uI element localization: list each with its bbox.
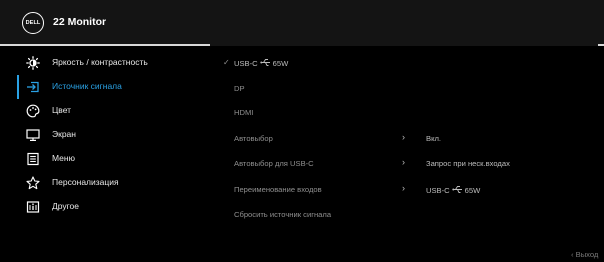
menu-list-icon — [27, 152, 39, 166]
logo-text: DELL — [25, 20, 41, 26]
usb-power-icon — [259, 59, 270, 66]
sidebar-item-label: Меню — [52, 153, 75, 163]
sidebar-item-label: Экран — [52, 129, 76, 139]
dell-logo: DELL — [22, 12, 44, 34]
option-rename-inputs[interactable]: Переименование входов — [234, 185, 322, 194]
tab-underline — [0, 44, 210, 46]
sidebar-item-label: Цвет — [52, 105, 72, 115]
sidebar-item-others[interactable]: Другое — [0, 195, 210, 219]
info-icon — [26, 201, 40, 213]
sidebar-item-label: Яркость / контрастность — [52, 57, 148, 67]
header-bar: DELL 22 Monitor — [0, 0, 604, 46]
sidebar-item-color[interactable]: Цвет — [0, 99, 210, 123]
option-hdmi[interactable]: HDMI — [234, 108, 253, 117]
sidebar-item-input-source[interactable]: Источник сигнала — [0, 75, 210, 99]
rename-value-suffix: 65W — [464, 186, 481, 195]
option-usb-c-65w[interactable]: USB-C 65W — [234, 58, 288, 68]
input-source-icon — [27, 81, 39, 93]
option-dp[interactable]: DP — [234, 84, 245, 93]
display-monitor-icon — [26, 129, 40, 141]
sidebar-item-label: Персонализация — [52, 177, 119, 187]
option-auto-select-usbc[interactable]: Автовыбор для USB-C — [234, 159, 314, 168]
sidebar-item-personalize[interactable]: Персонализация — [0, 171, 210, 195]
selected-check-icon: ✓ — [223, 58, 230, 67]
sidebar-item-label: Источник сигнала — [52, 81, 122, 91]
auto-select-value: Вкл. — [426, 134, 442, 143]
header-corner-mark — [598, 44, 604, 46]
sidebar-item-brightness-contrast[interactable]: Яркость / контрастность — [0, 51, 210, 75]
rename-value-prefix: USB-C — [426, 186, 450, 195]
monitor-title: 22 Monitor — [53, 16, 107, 28]
option-auto-select[interactable]: Автовыбор — [234, 134, 273, 143]
usb-power-icon — [451, 186, 462, 193]
exit-button[interactable]: ‹ Выход — [571, 250, 598, 259]
brightness-icon — [26, 56, 40, 70]
sidebar-item-display[interactable]: Экран — [0, 123, 210, 147]
chevron-right-icon: › — [402, 183, 405, 193]
exit-label: Выход — [575, 250, 599, 259]
option-usbc-prefix: USB-C — [234, 59, 258, 68]
rename-inputs-value: USB-C 65W — [426, 185, 480, 195]
star-icon — [26, 176, 40, 190]
option-usbc-suffix: 65W — [272, 59, 289, 68]
auto-select-usbc-value: Запрос при неск.входах — [426, 159, 510, 168]
option-reset-input-source[interactable]: Сбросить источник сигнала — [234, 210, 331, 219]
chevron-right-icon: › — [402, 132, 405, 142]
color-palette-icon — [26, 104, 40, 118]
sidebar-item-menu[interactable]: Меню — [0, 147, 210, 171]
chevron-right-icon: › — [402, 157, 405, 167]
sidebar-item-label: Другое — [52, 201, 80, 211]
